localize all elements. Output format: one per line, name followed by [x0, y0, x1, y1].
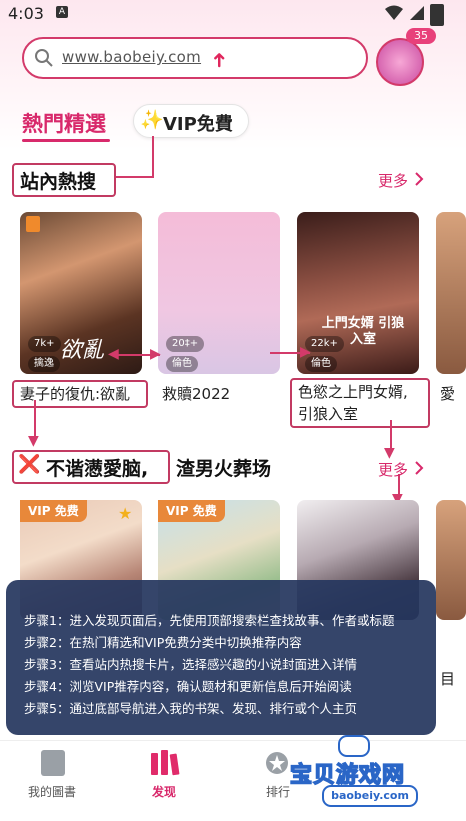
cover-calligraphy: 欲亂 — [60, 338, 105, 363]
watermark-url: baobeiy.com — [322, 785, 418, 807]
book-title-1[interactable]: 妻子的復仇:欲亂 — [20, 383, 130, 404]
tab-vip-free-label[interactable]: VIP免費 — [163, 110, 233, 136]
vip-book-cover-4-partial[interactable] — [436, 500, 466, 620]
arrowhead-icon: ◀ — [108, 346, 119, 362]
book-title-2[interactable]: 救贖2022 — [162, 383, 230, 404]
views-chip: 7k+ — [28, 336, 61, 352]
search-input-text[interactable]: www.baobeiy.com — [62, 48, 201, 66]
discover-icon — [151, 750, 180, 776]
book-title-3a[interactable]: 色慾之上門女婿, — [298, 381, 408, 402]
notification-icon: A — [56, 6, 68, 18]
arrowhead-icon: ▶ — [300, 344, 311, 360]
step-4: 步骤4：浏览VIP推荐内容，确认题材和更新信息后开始阅读 — [24, 679, 352, 694]
search-icon — [35, 49, 53, 67]
gamepad-icon — [338, 735, 370, 757]
step-2: 步骤2：在热门精选和VIP免费分类中切换推荐内容 — [24, 635, 302, 650]
vip-more-link[interactable]: 更多 — [378, 459, 408, 480]
chevron-right-icon[interactable] — [414, 461, 424, 475]
cover-calligraphy: 上門女婿 引狼入室 — [321, 316, 405, 347]
nav-label-discover[interactable]: 发现 — [152, 783, 176, 800]
vip-free-badge: VIP 免费 — [158, 500, 225, 522]
star-icon: ★ — [118, 504, 133, 523]
status-time: 4:03 — [8, 4, 44, 23]
close-x-icon: ❌ — [18, 454, 41, 475]
nav-label-bookshelf[interactable]: 我的圖書 — [28, 783, 76, 800]
arrowhead-icon: ▼ — [384, 445, 395, 461]
tab-active-indicator — [22, 139, 110, 142]
wifi-icon — [385, 5, 403, 20]
book-title-3b[interactable]: 引狼入室 — [298, 403, 358, 424]
tag-chip: 倫色 — [166, 356, 198, 372]
step-1: 步骤1：进入发现页面后，先使用顶部搜索栏查找故事、作者或标题 — [24, 613, 395, 628]
step-5: 步骤5：通过底部导航进入我的书架、发现、排行或个人主页 — [24, 701, 357, 716]
sparkle-icon: ✨ — [140, 109, 164, 131]
avatar-badge-count: 35 — [406, 28, 436, 44]
bookmark-icon — [26, 216, 40, 232]
book-title-4-partial[interactable]: 愛 — [440, 383, 455, 404]
ranking-icon — [266, 752, 288, 774]
annotation-line — [112, 176, 154, 178]
vip-free-badge: VIP 免费 — [20, 500, 87, 522]
hot-more-link[interactable]: 更多 — [378, 170, 408, 191]
arrowhead-icon: ▶ — [150, 346, 161, 362]
vip-section-title-main: 不谐懑愛脑, — [46, 458, 149, 480]
arrowhead-icon: ▼ — [28, 433, 39, 449]
vip-side-text: 目 — [440, 670, 456, 688]
vip-section-title-rest: 渣男火葬场 — [176, 458, 272, 480]
signal-icon — [410, 6, 424, 20]
status-bar: 4:03 A — [0, 0, 466, 26]
step-3: 步骤3：查看站内热搜卡片，选择感兴趣的小说封面进入详情 — [24, 657, 357, 672]
battery-icon — [430, 4, 444, 26]
book-icon — [41, 750, 65, 776]
tag-chip: 擒逸 — [28, 356, 60, 372]
book-cover-4-partial[interactable] — [436, 212, 466, 374]
hot-section-title: 站內熱搜 — [20, 171, 97, 193]
user-avatar[interactable] — [376, 38, 424, 86]
annotation-line — [152, 136, 154, 178]
nav-label-ranking[interactable]: 排行 — [266, 783, 290, 800]
tab-hot-picks[interactable]: 熱門精選 — [22, 108, 106, 138]
views-chip: 20‡+ — [166, 336, 205, 352]
pointer-arrow-icon: ➜ — [206, 51, 231, 69]
chevron-right-icon[interactable] — [414, 172, 424, 186]
